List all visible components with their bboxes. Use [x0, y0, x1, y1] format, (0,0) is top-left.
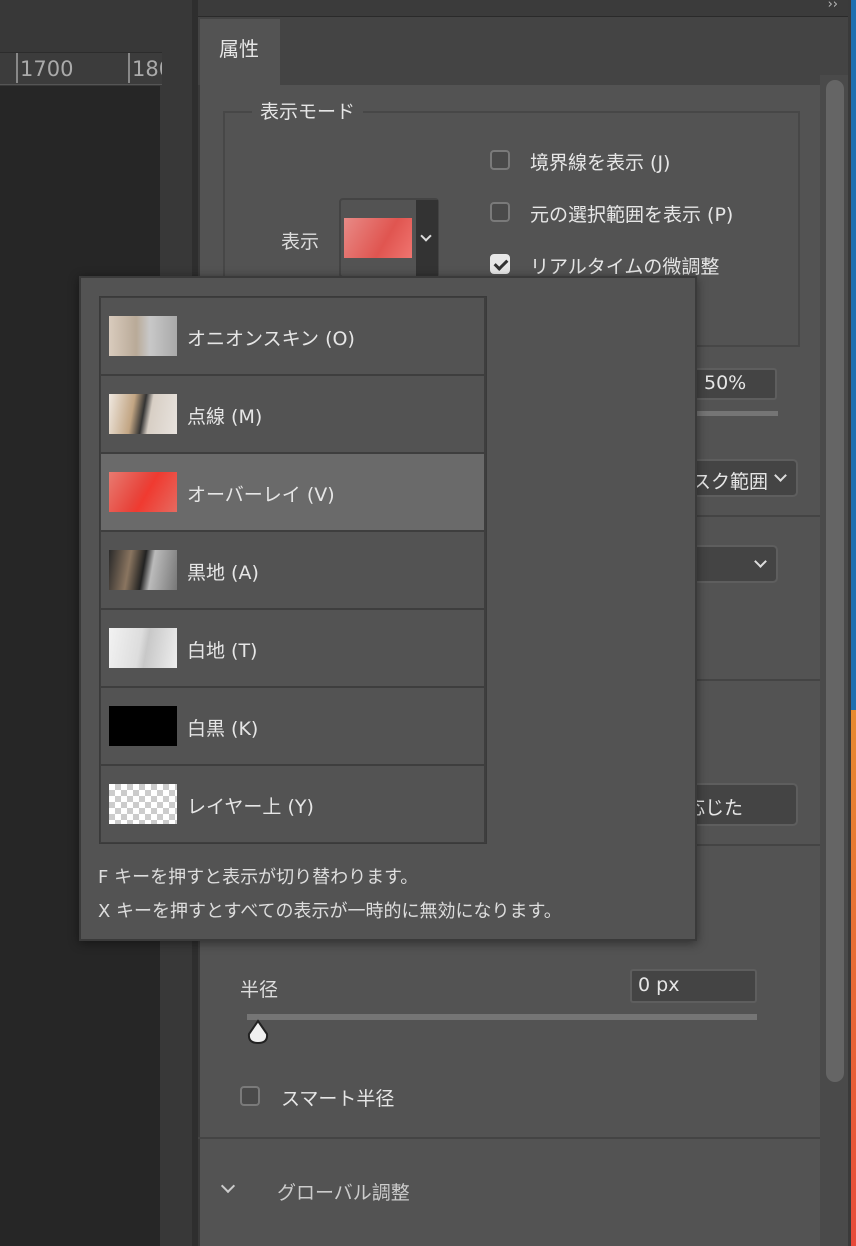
partial-button[interactable]: 応じた [690, 783, 798, 826]
overlay-thumbnail [344, 218, 412, 258]
ruler-tick-label: 1700 [20, 57, 74, 81]
transparency-checker-thumbnail [109, 784, 177, 824]
view-label: 表示 [281, 231, 320, 253]
radius-input[interactable]: 0 px [630, 969, 757, 1003]
marching-ants-thumbnail [109, 394, 177, 434]
smart-radius-label: スマート半径 [281, 1088, 395, 1110]
view-mode-legend: 表示モード [252, 97, 364, 124]
tab-bar [198, 17, 848, 85]
scrollbar-thumb[interactable] [826, 80, 844, 1082]
view-mode-dropdown[interactable] [339, 198, 439, 278]
popup-help-text: F キーを押すと表示が切り替わります。 [98, 867, 419, 888]
opacity-slider[interactable] [692, 411, 778, 416]
view-option-onion-skin[interactable]: オニオンスキン (O) [101, 298, 484, 374]
ruler-tick-label: 180 [132, 57, 162, 81]
chevron-down-icon [774, 469, 787, 482]
on-black-thumbnail [109, 550, 177, 590]
show-original-label: 元の選択範囲を表示 (P) [530, 204, 734, 226]
panel-top-bar: ›› [198, 0, 856, 17]
on-white-thumbnail [109, 628, 177, 668]
radius-label: 半径 [240, 979, 279, 1001]
radius-slider-track[interactable] [247, 1014, 757, 1020]
realtime-refine-checkbox[interactable] [490, 254, 510, 274]
show-edge-label: 境界線を表示 (J) [530, 152, 671, 174]
view-option-on-black[interactable]: 黒地 (A) [101, 532, 484, 608]
double-chevron-right-icon[interactable]: ›› [828, 0, 838, 12]
global-adjust-section[interactable]: グローバル調整 [277, 1178, 410, 1205]
tab-properties[interactable]: 属性 [200, 19, 280, 87]
show-edge-checkbox[interactable] [490, 150, 510, 170]
view-option-on-layers[interactable]: レイヤー上 (Y) [101, 766, 484, 842]
option-dropdown[interactable] [690, 545, 778, 583]
chevron-down-icon [754, 555, 767, 568]
scrollbar-track[interactable] [820, 75, 848, 1246]
black-white-thumbnail [109, 706, 177, 746]
horizontal-ruler: 1700 180 [0, 52, 162, 85]
onion-skin-thumbnail [109, 316, 177, 356]
opacity-input[interactable]: 50% [692, 368, 777, 400]
mask-dropdown[interactable]: スク範囲 [690, 459, 798, 497]
overlay-thumbnail [109, 472, 177, 512]
view-option-black-white[interactable]: 白黒 (K) [101, 688, 484, 764]
popup-help-text: X キーを押すとすべての表示が一時的に無効になります。 [98, 901, 562, 922]
show-original-checkbox[interactable] [490, 202, 510, 222]
radius-slider-thumb[interactable] [245, 1019, 271, 1045]
view-option-on-white[interactable]: 白地 (T) [101, 610, 484, 686]
smart-radius-checkbox[interactable] [240, 1086, 260, 1106]
view-option-marching-ants[interactable]: 点線 (M) [101, 376, 484, 452]
realtime-refine-label: リアルタイムの微調整 [530, 256, 720, 278]
app-edge [848, 0, 856, 1246]
view-option-overlay[interactable]: オーバーレイ (V) [101, 454, 484, 530]
section-divider [198, 1137, 820, 1139]
